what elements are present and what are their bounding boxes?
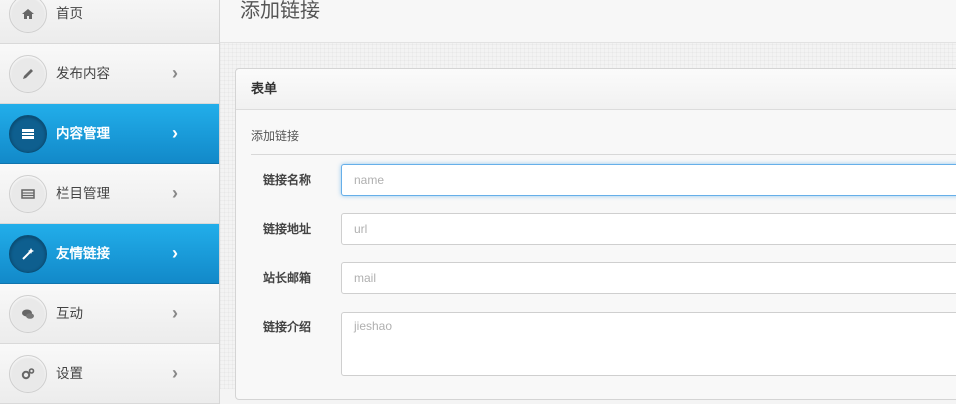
- sidebar-item-friend-links[interactable]: 友情链接 ›: [0, 224, 219, 284]
- columns-icon: [9, 175, 47, 213]
- page-header: 添加链接: [220, 0, 956, 43]
- comments-icon: [9, 295, 47, 333]
- form-panel: 表单 添加链接 链接名称 链接地址 站长邮箱 链接介绍: [235, 68, 956, 400]
- legend-divider: [251, 154, 956, 155]
- link-url-label: 链接地址: [263, 222, 312, 236]
- sidebar-item-home[interactable]: 首页: [0, 0, 219, 44]
- chevron-right-icon: ›: [172, 303, 178, 323]
- pencil-icon: [9, 55, 47, 93]
- sidebar-item-interaction[interactable]: 互动 ›: [0, 284, 219, 344]
- sidebar-item-settings[interactable]: 设置 ›: [0, 344, 219, 404]
- link-name-label: 链接名称: [263, 173, 312, 187]
- sidebar-item-label: 设置: [56, 366, 83, 381]
- cogs-icon: [9, 355, 47, 393]
- link-url-input[interactable]: [341, 213, 956, 245]
- page-title: 添加链接: [240, 0, 320, 22]
- panel-heading: 表单: [236, 69, 956, 110]
- link-description-label: 链接介绍: [263, 320, 312, 334]
- sidebar-item-label: 栏目管理: [56, 186, 110, 201]
- sidebar-item-label: 首页: [56, 6, 83, 21]
- sidebar-item-label: 互动: [56, 306, 83, 321]
- home-icon: [9, 0, 47, 33]
- sidebar-item-label: 内容管理: [56, 126, 110, 141]
- chevron-right-icon: ›: [172, 63, 178, 83]
- magic-wand-icon: [9, 235, 47, 273]
- form-legend: 添加链接: [251, 129, 300, 143]
- webmaster-email-label: 站长邮箱: [263, 271, 312, 285]
- chevron-right-icon: ›: [172, 183, 178, 203]
- sidebar-item-content-management[interactable]: 内容管理 ›: [0, 104, 219, 164]
- link-name-input[interactable]: [341, 164, 956, 196]
- main-content: 添加链接 表单 添加链接 链接名称 链接地址 站长邮箱 链接介绍: [220, 0, 956, 400]
- sidebar-item-label: 友情链接: [56, 246, 110, 261]
- list-icon: [9, 115, 47, 153]
- sidebar-item-column-management[interactable]: 栏目管理 ›: [0, 164, 219, 224]
- chevron-right-icon: ›: [172, 123, 178, 143]
- link-description-textarea[interactable]: [341, 312, 956, 376]
- chevron-right-icon: ›: [172, 243, 178, 263]
- webmaster-email-input[interactable]: [341, 262, 956, 294]
- chevron-right-icon: ›: [172, 363, 178, 383]
- sidebar: 首页 发布内容 › 内容管理 › 栏目管理 › 友情链接 › 互动 › 设置 ›: [0, 0, 220, 404]
- sidebar-item-publish[interactable]: 发布内容 ›: [0, 44, 219, 104]
- sidebar-item-label: 发布内容: [56, 66, 110, 81]
